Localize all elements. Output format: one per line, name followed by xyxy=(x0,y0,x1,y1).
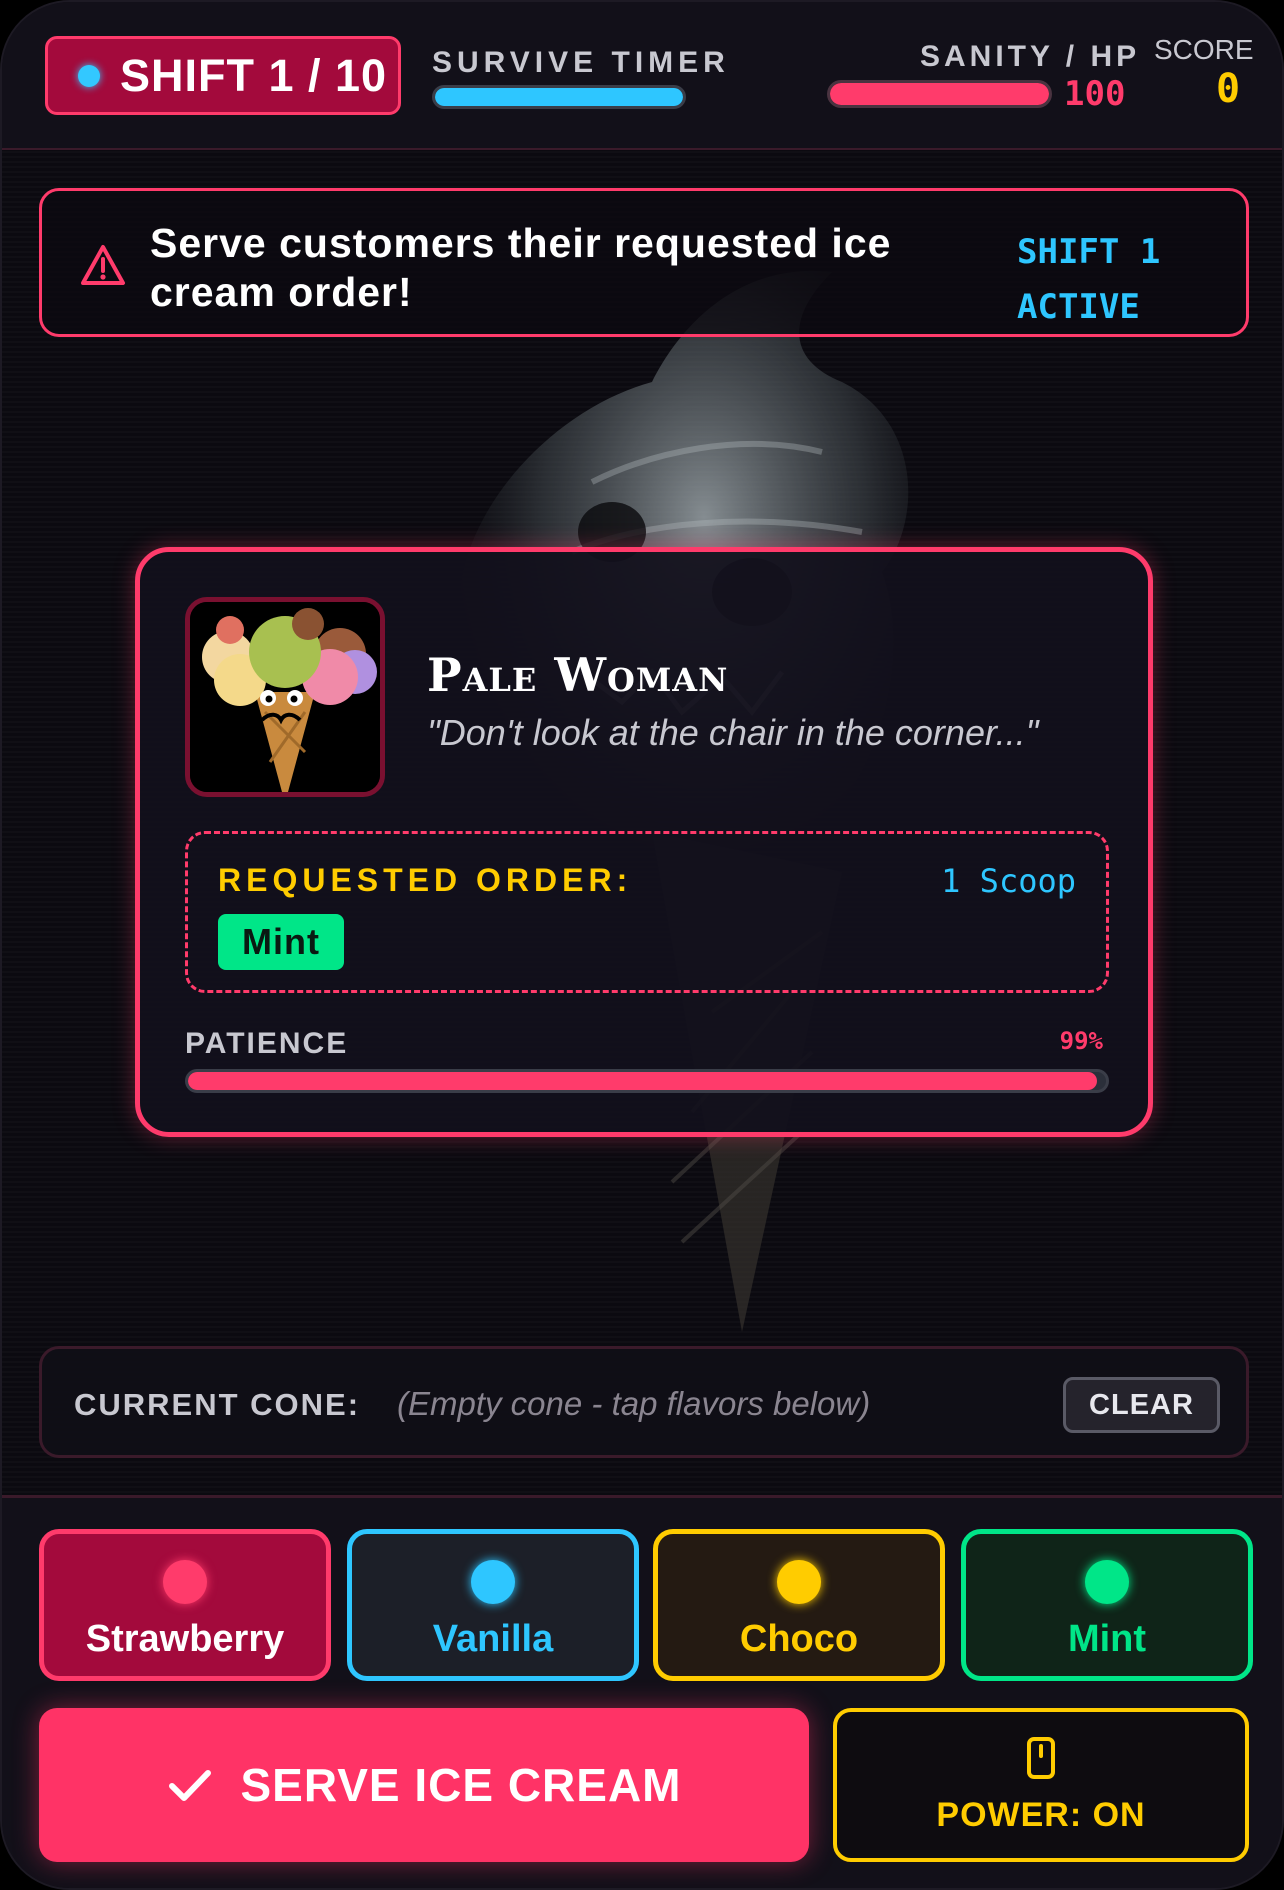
phone-icon xyxy=(1027,1736,1055,1779)
timer-fill xyxy=(435,88,683,106)
timer-bar xyxy=(432,85,686,109)
hp-bar xyxy=(827,80,1052,108)
ice-cream-character-icon xyxy=(190,602,380,792)
order-scoop-count: 1 Scoop xyxy=(941,862,1076,900)
choco-dot-icon xyxy=(777,1560,821,1604)
warning-icon xyxy=(81,245,125,285)
flavor-label: Strawberry xyxy=(85,1618,285,1660)
flavor-button-strawberry[interactable]: Strawberry xyxy=(39,1529,331,1681)
flavor-label: Mint xyxy=(1067,1618,1147,1660)
current-cone-value: (Empty cone - tap flavors below) xyxy=(397,1385,871,1422)
patience-label: PATIENCE xyxy=(185,1027,349,1060)
mint-dot-icon xyxy=(1085,1560,1129,1604)
shift-label: SHIFT 1 / 10 xyxy=(120,49,388,101)
shift-status-dot xyxy=(78,64,100,87)
hp-label: SANITY / HP xyxy=(920,40,1141,73)
score-label: SCORE xyxy=(1154,34,1254,65)
flavor-button-vanilla[interactable]: Vanilla xyxy=(347,1529,639,1681)
shift-status-line1: SHIFT 1 xyxy=(1017,232,1161,272)
instruction-banner: Serve customers their requested ice crea… xyxy=(39,188,1249,337)
vanilla-dot-icon xyxy=(471,1560,515,1604)
power-label: POWER: ON xyxy=(936,1795,1146,1834)
shift-status-line2: ACTIVE xyxy=(1017,287,1140,327)
customer-name: Pale Woman xyxy=(427,648,729,702)
order-flavor-tag: Mint xyxy=(218,914,344,970)
current-cone-label: CURRENT CONE: xyxy=(74,1387,361,1422)
check-icon xyxy=(169,1770,212,1801)
power-button[interactable]: POWER: ON xyxy=(833,1708,1249,1862)
top-hud: SHIFT 1 / 10 SURVIVE TIMER SANITY / HP 1… xyxy=(2,2,1282,150)
instruction-message: Serve customers their requested ice crea… xyxy=(150,220,892,315)
clear-button[interactable]: CLEAR xyxy=(1063,1377,1220,1433)
patience-value: 99% xyxy=(1059,1027,1103,1055)
flavor-button-choco[interactable]: Choco xyxy=(653,1529,945,1681)
patience-fill xyxy=(188,1072,1097,1090)
patience-bar xyxy=(185,1069,1109,1093)
serve-label: SERVE ICE CREAM xyxy=(240,1759,682,1811)
shift-badge: SHIFT 1 / 10 xyxy=(45,36,401,115)
flavor-label: Vanilla xyxy=(432,1618,554,1660)
timer-label: SURVIVE TIMER xyxy=(432,46,730,79)
customer-avatar xyxy=(185,597,385,797)
customer-quote: "Don't look at the chair in the corner..… xyxy=(427,712,1039,753)
score-value: 0 xyxy=(1216,66,1241,112)
hp-fill xyxy=(830,83,1049,105)
current-cone-panel: CURRENT CONE: (Empty cone - tap flavors … xyxy=(39,1346,1249,1458)
order-box: REQUESTED ORDER: 1 Scoop Mint xyxy=(185,831,1109,993)
flavor-label: Choco xyxy=(739,1618,859,1660)
order-label: REQUESTED ORDER: xyxy=(218,862,633,898)
strawberry-dot-icon xyxy=(163,1560,207,1604)
serve-button[interactable]: SERVE ICE CREAM xyxy=(39,1708,809,1862)
shift-status: SHIFT 1 ACTIVE xyxy=(1017,225,1167,335)
customer-card: Pale Woman "Don't look at the chair in t… xyxy=(135,547,1153,1137)
hp-value: 100 xyxy=(1064,74,1126,114)
flavor-button-mint[interactable]: Mint xyxy=(961,1529,1253,1681)
game-screen: SHIFT 1 / 10 SURVIVE TIMER SANITY / HP 1… xyxy=(0,0,1284,1890)
